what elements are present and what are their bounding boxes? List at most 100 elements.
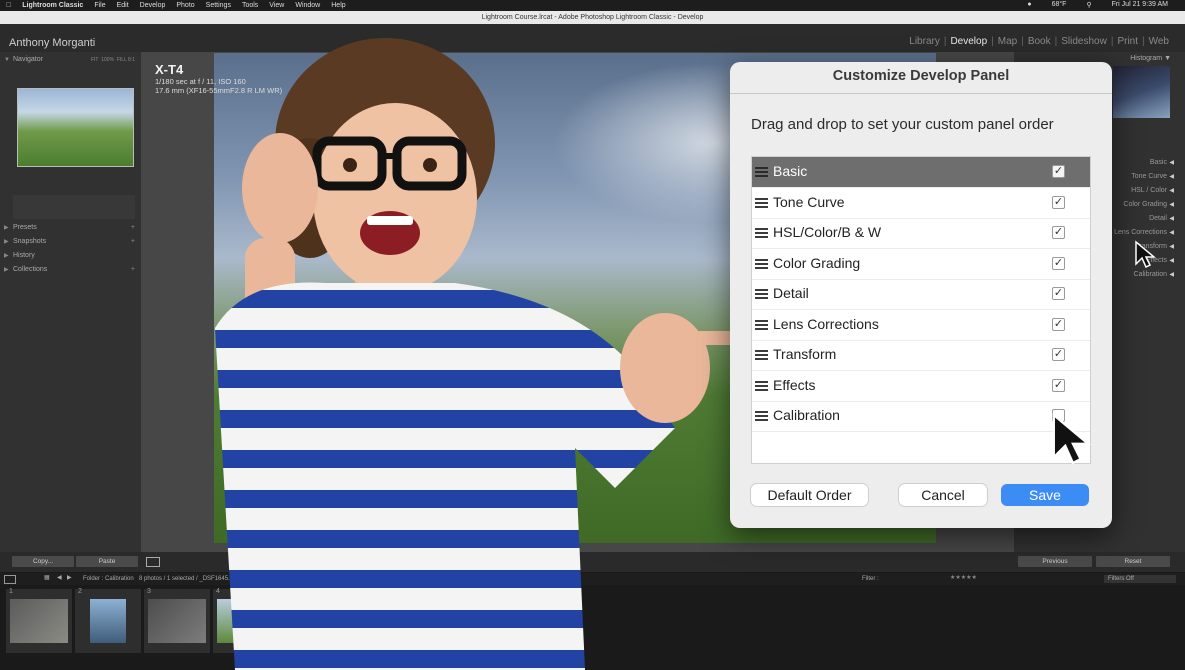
visibility-checkbox[interactable]: ✓: [1052, 378, 1065, 392]
drag-handle-icon[interactable]: [755, 380, 768, 391]
identity-plate: Anthony Morganti: [9, 37, 96, 49]
search-icon[interactable]: ⚲: [1086, 1, 1091, 9]
snapshots-label: Snapshots: [13, 238, 47, 245]
expand-triangle-icon: ▶: [4, 267, 9, 273]
histogram-header[interactable]: Histogram ▼: [1130, 55, 1171, 62]
drag-handle-icon[interactable]: [755, 411, 768, 421]
visibility-checkbox[interactable]: ✓: [1052, 287, 1065, 300]
thumbnail[interactable]: [90, 599, 126, 643]
reset-button[interactable]: Reset: [1096, 556, 1170, 567]
grid-icon[interactable]: ▦: [44, 574, 50, 581]
forward-arrow-icon[interactable]: ▶: [67, 574, 72, 581]
wifi-icon[interactable]: ●: [1027, 1, 1031, 9]
loupe-view-icon[interactable]: [146, 557, 160, 567]
menu-edit[interactable]: Edit: [117, 2, 129, 9]
thumbnail[interactable]: [10, 599, 68, 643]
expand-triangle-icon: ◀: [1169, 258, 1174, 264]
visibility-checkbox[interactable]: ✓: [1052, 256, 1065, 270]
list-item-detail[interactable]: Detail ✓: [752, 279, 1090, 310]
list-item-lens-corrections[interactable]: Lens Corrections ✓: [752, 310, 1090, 341]
cancel-button[interactable]: Cancel: [899, 484, 987, 506]
list-item-label: Color Grading: [773, 254, 861, 271]
visibility-checkbox[interactable]: ✓: [1052, 226, 1065, 239]
apple-icon[interactable]: : [6, 2, 11, 9]
collections-label: Collections: [13, 266, 48, 273]
visibility-checkbox[interactable]: ✓: [1052, 195, 1065, 209]
module-map[interactable]: Map: [994, 36, 1021, 47]
list-item-color-grading[interactable]: Color Grading ✓: [752, 249, 1090, 280]
list-item-transform[interactable]: Transform ✓: [752, 340, 1090, 371]
thumbnail[interactable]: [148, 599, 206, 643]
filmstrip-cell[interactable]: 1: [6, 588, 72, 653]
snapshots-header[interactable]: ▶ Snapshots +: [0, 236, 141, 248]
preset-amount-slider[interactable]: [13, 195, 135, 219]
menu-tools[interactable]: Tools: [242, 2, 258, 9]
drag-handle-icon[interactable]: [755, 197, 768, 208]
histogram-graph[interactable]: [1113, 66, 1170, 118]
drag-handle-icon[interactable]: [755, 319, 768, 330]
copy-button[interactable]: Copy...: [12, 556, 74, 567]
presets-label: Presets: [13, 224, 37, 231]
module-picker: Library | Develop | Map | Book | Slideshow | …: [905, 36, 1173, 47]
navigator-header[interactable]: ▼ Navigator FIT 100% FILL 8:1: [0, 54, 141, 66]
weather-temp[interactable]: 68°F: [1052, 1, 1067, 9]
previous-button[interactable]: Previous: [1018, 556, 1092, 567]
filmstrip-cell[interactable]: 2: [75, 588, 141, 653]
zoom-fit[interactable]: FIT: [91, 57, 99, 63]
history-header[interactable]: ▶ History: [0, 250, 141, 262]
main-window-icon[interactable]: [4, 575, 16, 584]
zoom-100[interactable]: 100%: [101, 57, 114, 63]
add-icon[interactable]: +: [131, 264, 135, 276]
folder-source[interactable]: Folder : Calibration: [83, 576, 134, 582]
visibility-checkbox[interactable]: ✓: [1052, 165, 1065, 178]
drag-handle-icon[interactable]: [755, 167, 768, 177]
module-develop[interactable]: Develop: [946, 36, 991, 47]
visibility-checkbox[interactable]: ✓: [1052, 317, 1065, 331]
list-item-hsl-color-bw[interactable]: HSL/Color/B & W ✓: [752, 218, 1090, 249]
module-book[interactable]: Book: [1024, 36, 1055, 47]
menu-develop[interactable]: Develop: [140, 2, 166, 9]
paste-button[interactable]: Paste: [76, 556, 138, 567]
filmstrip-cell[interactable]: 3: [144, 588, 210, 653]
back-arrow-icon[interactable]: ◀: [57, 574, 62, 581]
module-library[interactable]: Library: [905, 36, 944, 47]
presets-header[interactable]: ▶ Presets +: [0, 222, 141, 234]
filters-off-dropdown[interactable]: Filters Off: [1104, 575, 1176, 583]
expand-triangle-icon: ◀: [1169, 272, 1174, 278]
zoom-fill[interactable]: FILL 8:1: [117, 57, 135, 63]
add-icon[interactable]: +: [131, 222, 135, 234]
window-title: Lightroom Course.lrcat - Adobe Photoshop…: [0, 11, 1185, 24]
menu-help[interactable]: Help: [331, 2, 345, 9]
save-button[interactable]: Save: [1001, 484, 1089, 506]
default-order-button[interactable]: Default Order: [751, 484, 868, 506]
histogram-label: Histogram: [1130, 55, 1163, 62]
menu-app-name[interactable]: Lightroom Classic: [22, 2, 83, 9]
menu-file[interactable]: File: [94, 2, 105, 9]
visibility-checkbox[interactable]: ✓: [1052, 348, 1065, 361]
list-item-effects[interactable]: Effects ✓: [752, 371, 1090, 402]
menu-settings[interactable]: Settings: [206, 2, 231, 9]
module-web[interactable]: Web: [1145, 36, 1173, 47]
list-item-tone-curve[interactable]: Tone Curve ✓: [752, 188, 1090, 219]
add-icon[interactable]: +: [131, 236, 135, 248]
list-item-label: Effects: [773, 376, 816, 393]
list-item-calibration[interactable]: Calibration: [752, 401, 1090, 432]
drag-handle-icon[interactable]: [755, 258, 768, 269]
drag-handle-icon[interactable]: [755, 228, 768, 238]
menu-view[interactable]: View: [269, 2, 284, 9]
navigator-preview[interactable]: [17, 88, 134, 167]
drag-handle-icon[interactable]: [755, 289, 768, 299]
menu-window[interactable]: Window: [295, 2, 320, 9]
rating-stars[interactable]: ★★★★★: [950, 574, 977, 581]
expand-triangle-icon: ◀: [1169, 216, 1174, 222]
module-print[interactable]: Print: [1113, 36, 1142, 47]
list-item-label: Detail: [773, 285, 809, 301]
menu-photo[interactable]: Photo: [176, 2, 194, 9]
collections-header[interactable]: ▶ Collections +: [0, 264, 141, 276]
list-item-label: Basic: [773, 163, 808, 179]
panel-order-list[interactable]: Basic ✓ Tone Curve ✓ HSL/Color/B & W ✓ C…: [751, 156, 1091, 464]
drag-handle-icon[interactable]: [755, 350, 768, 360]
clock[interactable]: Fri Jul 21 9:39 AM: [1112, 1, 1168, 9]
list-item-basic[interactable]: Basic ✓: [752, 157, 1090, 188]
module-slideshow[interactable]: Slideshow: [1057, 36, 1111, 47]
